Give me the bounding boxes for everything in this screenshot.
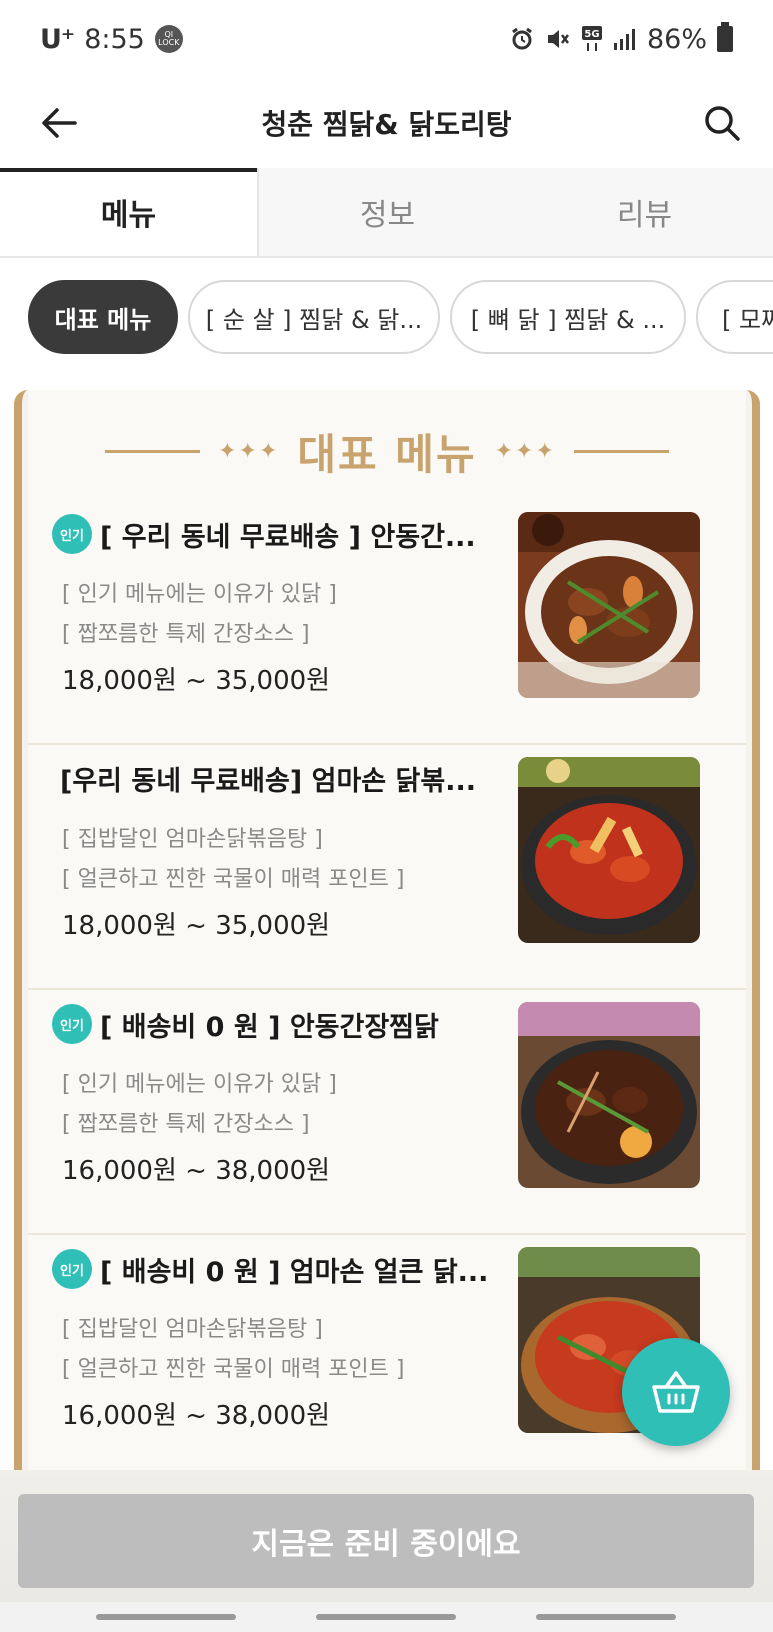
menu-list: 인기 [ 우리 동네 무료배송 ] 안동간... [ 인기 메뉴에는 이유가 있… xyxy=(28,500,746,1480)
menu-item-description: [ 짭쪼름한 특제 간장소스 ] xyxy=(62,622,310,647)
alarm-icon xyxy=(509,26,535,52)
nav-home-handle[interactable] xyxy=(316,1614,456,1620)
system-nav-bar xyxy=(0,1602,773,1632)
menu-item-description: [ 얼큰하고 찐한 국물이 매력 포인트 ] xyxy=(62,1357,405,1382)
carrier-label: U⁺ xyxy=(40,23,75,55)
nav-recent-handle[interactable] xyxy=(96,1614,236,1620)
menu-item-name: [ 우리 동네 무료배송 ] 안동간... xyxy=(100,521,476,553)
menu-item-name: [ 배송비 0 원 ] 엄마손 얼큰 닭... xyxy=(100,1256,489,1288)
svg-text:5G: 5G xyxy=(584,29,599,40)
status-right: 5G 86% xyxy=(509,22,733,55)
menu-item-price: 18,000원 ~ 35,000원 xyxy=(62,911,331,941)
page-title: 청춘 찜닭& 닭도리탕 xyxy=(261,108,512,141)
menu-item-description: [ 얼큰하고 찐한 국물이 매력 포인트 ] xyxy=(62,867,405,892)
menu-item-price: 16,000원 ~ 38,000원 xyxy=(62,1156,331,1186)
divider xyxy=(105,449,201,453)
section-title: 대표 메뉴 xyxy=(297,429,477,479)
menu-item[interactable]: [우리 동네 무료배송] 엄마손 닭볶... [ 집밥달인 엄마손닭볶음탕 ] … xyxy=(28,745,746,990)
nav-back-handle[interactable] xyxy=(536,1614,676,1620)
app-header: 청춘 찜닭& 닭도리탕 xyxy=(0,78,773,168)
ornament-icon: ✦✦✦ xyxy=(218,438,280,464)
menu-item[interactable]: 인기 [ 배송비 0 원 ] 안동간장찜닭 [ 인기 메뉴에는 이유가 있닭 ]… xyxy=(28,990,746,1235)
section-header: ✦✦✦ 대표 메뉴 ✦✦✦ xyxy=(28,416,746,486)
chip-mozzarella[interactable]: [ 모짜 xyxy=(696,280,773,354)
menu-item-description: [ 집밥달인 엄마손닭볶음탕 ] xyxy=(62,827,323,852)
clock: 8:55 xyxy=(84,23,145,55)
divider xyxy=(573,449,669,453)
mute-icon xyxy=(545,26,571,52)
battery-icon xyxy=(717,22,733,52)
menu-item-photo xyxy=(518,757,700,943)
lock-badge-icon: QI LOCK xyxy=(154,25,183,53)
tab-reviews[interactable]: 리뷰 xyxy=(516,168,773,256)
network-5g-icon: 5G xyxy=(581,25,603,53)
menu-item-description: [ 인기 메뉴에는 이유가 있닭 ] xyxy=(62,1072,337,1097)
cart-button[interactable] xyxy=(622,1338,730,1446)
chip-boneless[interactable]: [ 순 살 ] 찜닭 & 닭... xyxy=(188,280,440,354)
menu-item-description: [ 집밥달인 엄마손닭볶음탕 ] xyxy=(62,1317,323,1342)
status-left: U⁺ 8:55 QI LOCK xyxy=(40,24,183,55)
menu-item[interactable]: 인기 [ 우리 동네 무료배송 ] 안동간... [ 인기 메뉴에는 이유가 있… xyxy=(28,500,746,745)
menu-item-photo xyxy=(518,1002,700,1188)
menu-item-price: 16,000원 ~ 38,000원 xyxy=(62,1401,331,1431)
popular-badge: 인기 xyxy=(52,1004,92,1044)
menu-item-description: [ 짭쪼름한 특제 간장소스 ] xyxy=(62,1112,310,1137)
chip-bone-in[interactable]: [ 뼈 닭 ] 찜닭 & ... xyxy=(450,280,686,354)
ornament-icon: ✦✦✦ xyxy=(494,438,556,464)
status-bar: U⁺ 8:55 QI LOCK 5G 86% xyxy=(0,0,773,78)
menu-item-name: [우리 동네 무료배송] 엄마손 닭볶... xyxy=(60,766,476,797)
search-icon xyxy=(705,106,740,141)
battery-percent: 86% xyxy=(646,23,707,55)
menu-board: ✦✦✦ 대표 메뉴 ✦✦✦ 인기 [ 우리 동네 무료배송 ] 안동간... [… xyxy=(14,390,760,1500)
tab-menu[interactable]: 메뉴 xyxy=(0,168,259,256)
category-chips: 대표 메뉴 [ 순 살 ] 찜닭 & 닭... [ 뼈 닭 ] 찜닭 & ...… xyxy=(0,280,773,370)
menu-item-price: 18,000원 ~ 35,000원 xyxy=(62,666,331,696)
menu-item-photo xyxy=(518,512,700,698)
chip-signature-menu[interactable]: 대표 메뉴 xyxy=(28,280,178,354)
basket-icon xyxy=(652,1371,700,1413)
popular-badge: 인기 xyxy=(52,514,92,554)
popular-badge: 인기 xyxy=(52,1249,92,1289)
tab-bar: 메뉴 정보 리뷰 xyxy=(0,168,773,258)
menu-item-description: [ 인기 메뉴에는 이유가 있닭 ] xyxy=(62,582,337,607)
menu-item-name: [ 배송비 0 원 ] 안동간장찜닭 xyxy=(100,1011,439,1043)
signal-icon xyxy=(613,27,637,51)
back-button[interactable] xyxy=(34,98,84,148)
back-arrow-icon xyxy=(42,108,77,138)
preparing-button[interactable]: 지금은 준비 중이에요 xyxy=(18,1494,754,1588)
search-button[interactable] xyxy=(697,98,747,148)
tab-info[interactable]: 정보 xyxy=(259,168,516,256)
